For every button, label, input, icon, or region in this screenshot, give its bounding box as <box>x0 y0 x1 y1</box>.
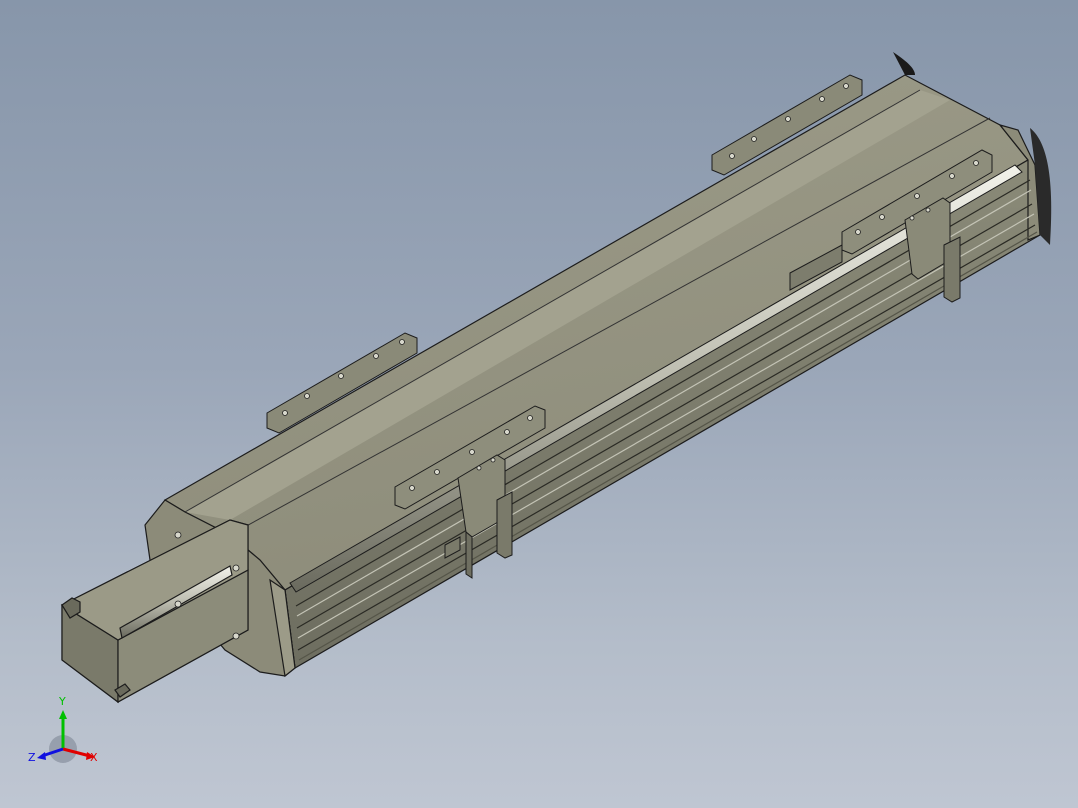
coordinate-triad: Y X Z <box>28 694 108 774</box>
triad-z-label: Z <box>28 751 36 764</box>
linear-module-model[interactable] <box>0 0 1078 808</box>
triad-y-label: Y <box>59 695 66 708</box>
main-housing <box>144 74 1041 678</box>
triad-x-label: X <box>90 751 98 764</box>
graphics-viewport[interactable]: Y X Z <box>0 0 1078 808</box>
